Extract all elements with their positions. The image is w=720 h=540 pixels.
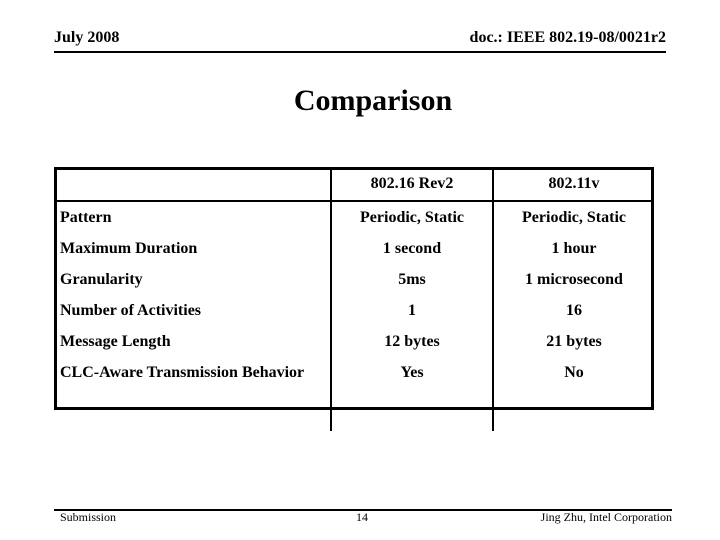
header-divider bbox=[54, 51, 666, 53]
footer-submission: Submission bbox=[60, 510, 117, 524]
table-border bbox=[54, 167, 654, 410]
slide-title: Comparison bbox=[293, 84, 453, 117]
page-number: 14 bbox=[356, 510, 368, 524]
footer-author: Jing Zhu, Intel Corporation bbox=[540, 510, 672, 524]
header-doc-id: doc.: IEEE 802.19-08/0021r2 bbox=[469, 29, 666, 46]
header-date: July 2008 bbox=[54, 29, 120, 46]
